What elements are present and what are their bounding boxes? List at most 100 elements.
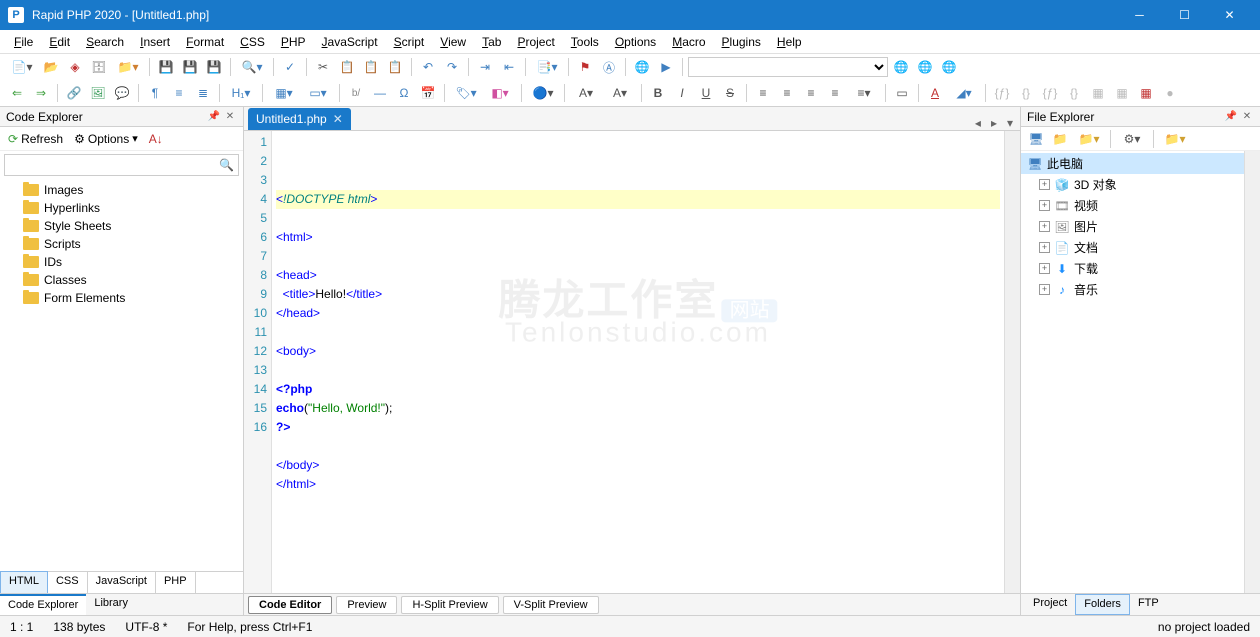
align-left-button[interactable]: ≡ <box>752 82 774 104</box>
code-area[interactable]: 腾龙工作室 网站 Tenlonstudio.com <!DOCTYPE html… <box>272 131 1004 593</box>
hr-button[interactable]: — <box>369 82 391 104</box>
expand-icon[interactable]: + <box>1039 284 1050 295</box>
tree-item[interactable]: Images <box>0 181 243 199</box>
tree-item[interactable]: Style Sheets <box>0 217 243 235</box>
vertical-scrollbar[interactable] <box>1244 151 1260 593</box>
expand-icon[interactable]: + <box>1039 179 1050 190</box>
size-button[interactable]: A▾ <box>604 82 636 104</box>
search-input[interactable] <box>9 159 219 171</box>
menu-view[interactable]: View <box>432 32 474 52</box>
close-icon[interactable]: ✕ <box>223 110 237 124</box>
undo-button[interactable]: ↶ <box>417 56 439 78</box>
clipboard-button[interactable]: 📋 <box>384 56 406 78</box>
menu-help[interactable]: Help <box>769 32 810 52</box>
menu-format[interactable]: Format <box>178 32 232 52</box>
check-button[interactable]: Ⓐ <box>598 56 620 78</box>
options-button[interactable]: ⚙Options▾ <box>70 130 142 148</box>
save-all-button[interactable]: 💾 <box>179 56 201 78</box>
code-line[interactable]: <!DOCTYPE html> <box>276 190 1000 209</box>
menu-script[interactable]: Script <box>386 32 433 52</box>
lang-tab-css[interactable]: CSS <box>48 572 88 593</box>
outdent-button[interactable]: ⇤ <box>498 56 520 78</box>
pin-icon[interactable]: 📌 <box>207 110 221 124</box>
align-more-button[interactable]: ≡▾ <box>848 82 880 104</box>
table-button[interactable]: ▦▾ <box>268 82 300 104</box>
expand-icon[interactable]: + <box>1039 200 1050 211</box>
vertical-scrollbar[interactable] <box>1004 131 1020 593</box>
tree-item[interactable]: Scripts <box>0 235 243 253</box>
align-right-button[interactable]: ≡ <box>800 82 822 104</box>
align-justify-button[interactable]: ≡ <box>824 82 846 104</box>
italic-button[interactable]: I <box>671 82 693 104</box>
font-color-button[interactable]: A <box>924 82 946 104</box>
open-file-button[interactable]: 📂 <box>40 56 62 78</box>
file-item[interactable]: +🎞视频 <box>1021 195 1244 216</box>
indent-button[interactable]: ⇥ <box>474 56 496 78</box>
bold-button[interactable]: B <box>647 82 669 104</box>
link-button[interactable]: 🔗 <box>63 82 85 104</box>
file-item[interactable]: +⬇下载 <box>1021 258 1244 279</box>
up-folder-button[interactable]: 📁 <box>1049 128 1071 150</box>
file-item[interactable]: +🖼图片 <box>1021 216 1244 237</box>
browser3-button[interactable]: 🌐 <box>938 56 960 78</box>
paragraph-button[interactable]: ¶ <box>144 82 166 104</box>
redo-button[interactable]: ↷ <box>441 56 463 78</box>
underline-button[interactable]: U <box>695 82 717 104</box>
tabs-menu-button[interactable]: ▾ <box>1004 116 1016 130</box>
next-tab-button[interactable]: ▸ <box>988 116 1000 130</box>
url-dropdown[interactable] <box>688 57 888 77</box>
copy-button[interactable]: 📋 <box>336 56 358 78</box>
font-button[interactable]: A▾ <box>570 82 602 104</box>
heading-button[interactable]: H₁▾ <box>225 82 257 104</box>
code-line[interactable] <box>276 209 1000 228</box>
menu-css[interactable]: CSS <box>232 32 273 52</box>
code-line[interactable] <box>276 437 1000 456</box>
code-editor[interactable]: 12345678910111213141516 腾龙工作室 网站 Tenlons… <box>244 131 1020 593</box>
editor-tab[interactable]: H-Split Preview <box>401 596 498 614</box>
save-button[interactable]: 💾 <box>155 56 177 78</box>
favorites-button[interactable]: 📁▾ <box>1073 128 1105 150</box>
maximize-button[interactable]: ☐ <box>1162 0 1207 30</box>
file-item[interactable]: +🧊3D 对象 <box>1021 174 1244 195</box>
close-tab-icon[interactable]: ✕ <box>333 112 343 126</box>
find-button[interactable]: 🔍▾ <box>236 56 268 78</box>
editor-tab[interactable]: V-Split Preview <box>503 596 599 614</box>
new-folder-button[interactable]: 📁▾ <box>1159 128 1191 150</box>
brace2-button[interactable]: {} <box>1015 82 1037 104</box>
layout3-button[interactable]: ▦ <box>1135 82 1157 104</box>
right-tab-folders[interactable]: Folders <box>1075 594 1130 615</box>
align-center-button[interactable]: ≡ <box>776 82 798 104</box>
close-button[interactable]: ✕ <box>1207 0 1252 30</box>
menu-plugins[interactable]: Plugins <box>714 32 769 52</box>
brace3-button[interactable]: {ƒ} <box>1039 82 1061 104</box>
image-button[interactable]: 🖼 <box>87 82 109 104</box>
open-recent-button[interactable]: ◈ <box>64 56 86 78</box>
lang-tab-html[interactable]: HTML <box>0 571 48 594</box>
menu-project[interactable]: Project <box>509 32 562 52</box>
save-as-button[interactable]: 💾 <box>203 56 225 78</box>
editor-tab[interactable]: Preview <box>336 596 397 614</box>
highlight-button[interactable]: ◢▾ <box>948 82 980 104</box>
menu-macro[interactable]: Macro <box>664 32 713 52</box>
prev-tab-button[interactable]: ◂ <box>972 116 984 130</box>
arrow-right-button[interactable]: ⇒ <box>30 82 52 104</box>
code-line[interactable]: <head> <box>276 266 1000 285</box>
code-line[interactable]: </head> <box>276 304 1000 323</box>
menu-insert[interactable]: Insert <box>132 32 178 52</box>
layout2-button[interactable]: ▦ <box>1111 82 1133 104</box>
code-line[interactable]: </body> <box>276 456 1000 475</box>
menu-tools[interactable]: Tools <box>563 32 607 52</box>
code-line[interactable]: echo("Hello, World!"); <box>276 399 1000 418</box>
erase-button[interactable]: ◧▾ <box>484 82 516 104</box>
brace1-button[interactable]: {ƒ} <box>991 82 1013 104</box>
stop-button[interactable]: ● <box>1159 82 1181 104</box>
refresh-button[interactable]: ⟳Refresh <box>4 130 67 148</box>
menu-file[interactable]: File <box>6 32 41 52</box>
minimize-button[interactable]: ─ <box>1117 0 1162 30</box>
right-tab-ftp[interactable]: FTP <box>1130 594 1167 615</box>
browser1-button[interactable]: 🌐 <box>890 56 912 78</box>
spellcheck-button[interactable]: ✓ <box>279 56 301 78</box>
menu-search[interactable]: Search <box>78 32 132 52</box>
bookmark-button[interactable]: 📑▾ <box>531 56 563 78</box>
comment-button[interactable]: 💬 <box>111 82 133 104</box>
